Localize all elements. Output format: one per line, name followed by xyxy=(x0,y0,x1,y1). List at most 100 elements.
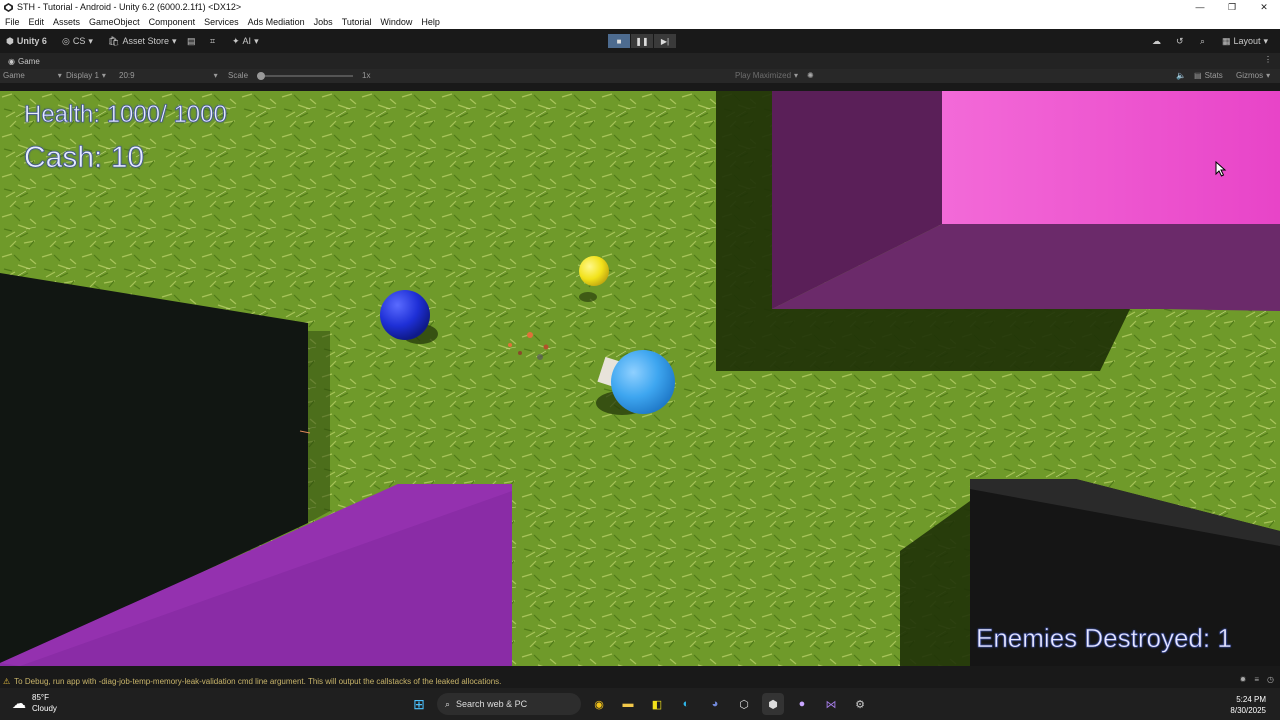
minimize-icon[interactable]: — xyxy=(1184,0,1216,14)
menu-bar: File Edit Assets GameObject Component Se… xyxy=(0,14,1280,29)
window-title: STH - Tutorial - Android - Unity 6.2 (60… xyxy=(17,2,242,12)
history-icon[interactable]: ↺ xyxy=(1176,34,1184,48)
display-dropdown[interactable]: Display 1 ▾ xyxy=(66,71,106,80)
player-ball xyxy=(611,350,675,414)
cs-dropdown[interactable]: ◎ CS ▾ xyxy=(62,34,93,48)
menu-jobs[interactable]: Jobs xyxy=(314,17,333,27)
taskbar-search[interactable]: ⌕ Search web & PC xyxy=(437,693,581,715)
chevron-down-icon: ▾ xyxy=(254,35,259,46)
search-icon: ⌕ xyxy=(445,698,451,709)
close-icon[interactable]: ✕ xyxy=(1248,0,1280,14)
settings-icon[interactable]: ⚙ xyxy=(849,693,871,715)
enemy-ball xyxy=(380,290,430,340)
chevron-down-icon: ▾ xyxy=(213,71,218,80)
cloudy-weather-icon: ☁ xyxy=(12,694,26,711)
magenta-wall-top xyxy=(942,91,1280,224)
debug-mode-icon[interactable]: ✹ xyxy=(1240,675,1247,684)
cloud-icon[interactable]: ☁ xyxy=(1152,34,1161,48)
cash-label: Cash: 10 xyxy=(24,141,145,175)
menu-tutorial[interactable]: Tutorial xyxy=(342,17,372,27)
play-button[interactable]: ■ xyxy=(608,34,630,48)
discord-icon[interactable]: ◕ xyxy=(704,693,726,715)
progress-icon[interactable]: ≡ xyxy=(1254,675,1259,684)
menu-assets[interactable]: Assets xyxy=(53,17,80,27)
view-dropdown[interactable]: Game ▾ xyxy=(3,71,62,80)
game-scene xyxy=(0,91,1280,666)
scale-control: Scale 1x xyxy=(228,71,371,80)
package-icon[interactable]: ▤ xyxy=(187,34,196,48)
sticky-notes-icon[interactable]: ◧ xyxy=(646,693,668,715)
chevron-down-icon: ▾ xyxy=(101,71,106,80)
bag-icon: 🛍 xyxy=(108,35,120,46)
unity-account-icon: ⬢ xyxy=(6,35,14,46)
layout-dropdown[interactable]: ▦ Layout ▾ xyxy=(1222,34,1268,48)
clock-time: 5:24 PM xyxy=(1236,695,1266,704)
game-options-bar: Game ▾ Display 1 ▾ 20:9 ▾ Scale 1x Play … xyxy=(0,69,1280,83)
menu-help[interactable]: Help xyxy=(421,17,440,27)
unity-editor-icon[interactable]: ⬢ xyxy=(762,693,784,715)
chevron-down-icon: ▾ xyxy=(57,71,62,80)
windows-start-icon[interactable]: ⊞ xyxy=(408,693,430,715)
console-message: To Debug, run app with -diag-job-temp-me… xyxy=(14,676,502,686)
window-title-bar: STH - Tutorial - Android - Unity 6.2 (60… xyxy=(0,0,1280,14)
ai-dropdown[interactable]: ✦ AI ▾ xyxy=(232,34,259,48)
asset-store-dropdown[interactable]: 🛍 Asset Store ▾ xyxy=(108,34,177,48)
chevron-down-icon: ▾ xyxy=(1266,71,1271,80)
windows-taskbar: ☁ 85°F Cloudy ⊞ ⌕ Search web & PC ◉ ▬ ◧ … xyxy=(0,688,1280,720)
chevron-down-icon: ▾ xyxy=(794,71,799,80)
bug-icon[interactable]: ✺ xyxy=(807,71,814,80)
console-status-bar[interactable]: ⚠ To Debug, run app with -diag-job-temp-… xyxy=(0,674,1280,688)
taskbar-clock[interactable]: 5:24 PM 8/30/2025 xyxy=(1230,694,1266,716)
menu-component[interactable]: Component xyxy=(149,17,196,27)
chevron-down-icon: ▾ xyxy=(88,35,93,46)
visual-studio-icon[interactable]: ⋈ xyxy=(820,693,842,715)
clock-date: 8/30/2025 xyxy=(1230,706,1266,715)
clock-icon[interactable]: ◷ xyxy=(1267,675,1274,684)
sparkle-icon: ✦ xyxy=(232,35,240,46)
search-icon[interactable]: ⌕ xyxy=(1200,34,1205,48)
maximize-icon[interactable]: ❐ xyxy=(1216,0,1248,14)
scale-slider-knob[interactable] xyxy=(257,71,266,80)
health-label: Health: 1000/ 1000 xyxy=(24,101,227,129)
aspect-dropdown[interactable]: 20:9 ▾ xyxy=(119,71,218,80)
unity-toolbar: ⬢ Unity 6 ◎ CS ▾ 🛍 Asset Store ▾ ▤ ⌗ ✦ A… xyxy=(0,29,1280,53)
account-button[interactable]: ⬢ Unity 6 xyxy=(6,34,47,48)
unity-hub-icon[interactable]: ⬡ xyxy=(733,693,755,715)
menu-gameobject[interactable]: GameObject xyxy=(89,17,140,27)
menu-edit[interactable]: Edit xyxy=(29,17,45,27)
build-icon[interactable]: ⌗ xyxy=(210,34,215,48)
github-icon[interactable]: ● xyxy=(791,693,813,715)
stats-icon: ▤ xyxy=(1194,71,1202,80)
mouse-cursor-icon xyxy=(1215,161,1227,177)
more-options-icon[interactable]: ⋮ xyxy=(1264,55,1272,64)
speaker-icon[interactable]: 🔈 xyxy=(1176,71,1186,80)
menu-file[interactable]: File xyxy=(5,17,20,27)
chrome-icon[interactable]: ◉ xyxy=(588,693,610,715)
scale-slider[interactable] xyxy=(257,71,354,80)
enemies-destroyed-label: Enemies Destroyed: 1 xyxy=(976,623,1232,654)
cloud-services-icon: ◎ xyxy=(62,35,70,46)
game-tab[interactable]: ◉ Game ⋮ xyxy=(0,53,1280,69)
cash-pickup xyxy=(579,256,609,286)
stats-button[interactable]: ▤ Stats xyxy=(1194,71,1223,80)
layout-icon: ▦ xyxy=(1222,35,1231,46)
weather-widget[interactable]: ☁ 85°F Cloudy xyxy=(12,692,57,714)
weather-temperature: 85°F xyxy=(32,693,49,702)
playmode-controls: ■ ❚❚ ▶| xyxy=(608,34,676,48)
pause-button[interactable]: ❚❚ xyxy=(631,34,653,48)
chevron-down-icon: ▾ xyxy=(171,35,177,46)
gizmos-dropdown[interactable]: Gizmos ▾ xyxy=(1236,71,1270,80)
step-button[interactable]: ▶| xyxy=(654,34,676,48)
gamepad-icon: ◉ xyxy=(8,56,15,66)
play-mode-dropdown[interactable]: Play Maximized ▾ ✺ xyxy=(735,71,814,80)
menu-services[interactable]: Services xyxy=(204,17,239,27)
menu-window[interactable]: Window xyxy=(380,17,412,27)
chevron-down-icon: ▾ xyxy=(1263,35,1269,46)
unity-logo-icon xyxy=(3,2,13,12)
game-view[interactable]: Health: 1000/ 1000 Cash: 10 Enemies Dest… xyxy=(0,91,1280,666)
file-explorer-icon[interactable]: ▬ xyxy=(617,693,639,715)
menu-ads-mediation[interactable]: Ads Mediation xyxy=(248,17,305,27)
edge-icon[interactable]: ◐ xyxy=(675,693,697,715)
weather-condition: Cloudy xyxy=(32,704,57,713)
warning-icon: ⚠ xyxy=(3,676,11,686)
